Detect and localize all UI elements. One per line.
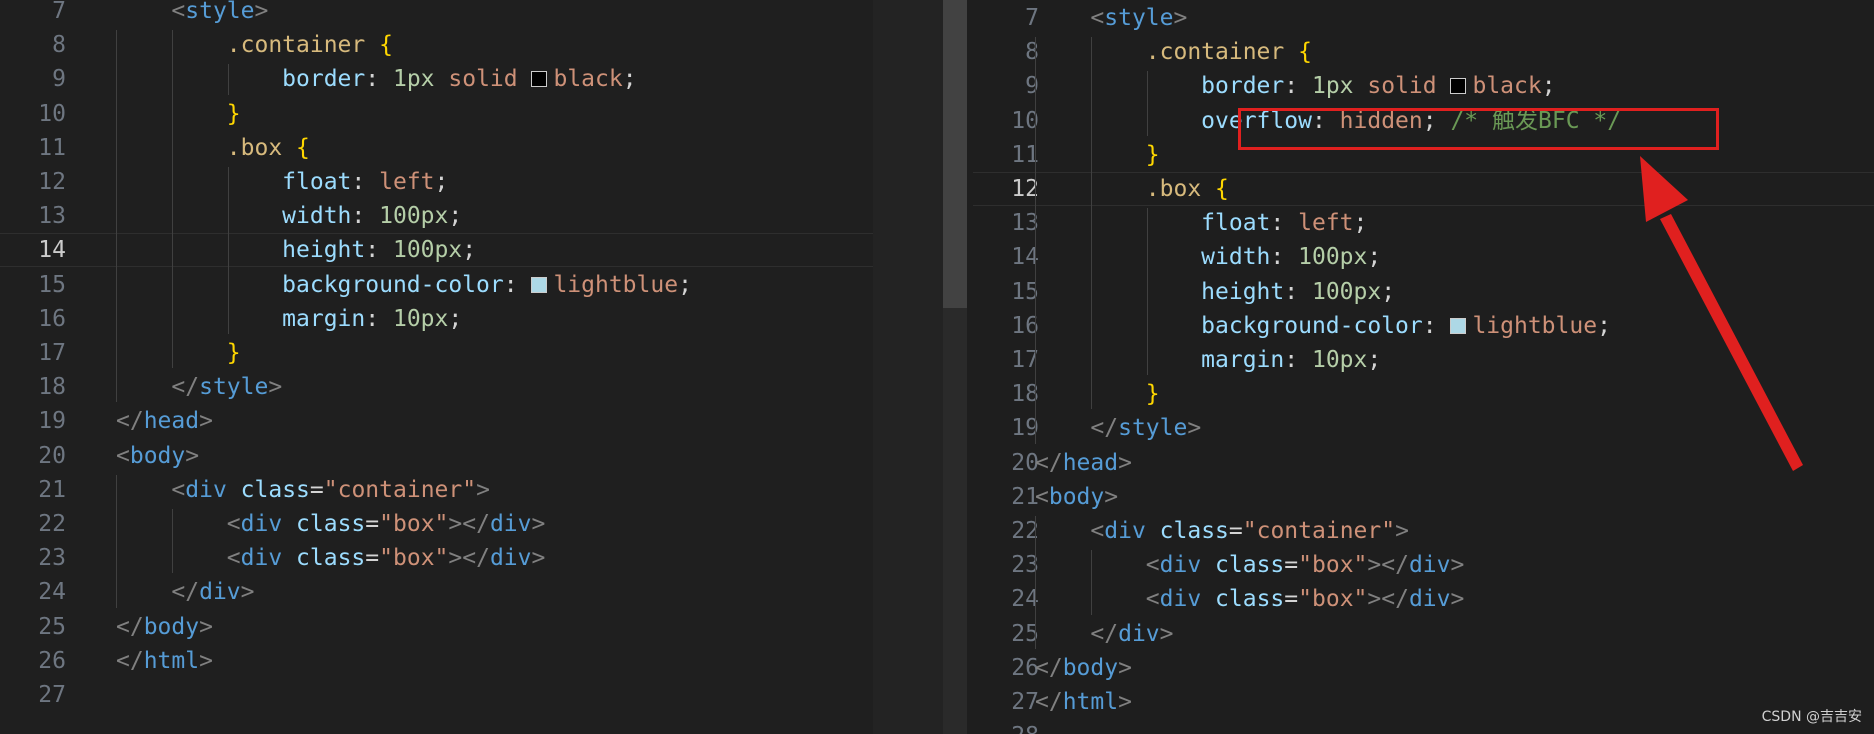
watermark: CSDN @吉吉安: [1761, 709, 1862, 725]
arrow-shaft: [1660, 214, 1803, 471]
arrow-head: [1640, 156, 1688, 222]
annotation-arrow: [1640, 156, 1803, 471]
